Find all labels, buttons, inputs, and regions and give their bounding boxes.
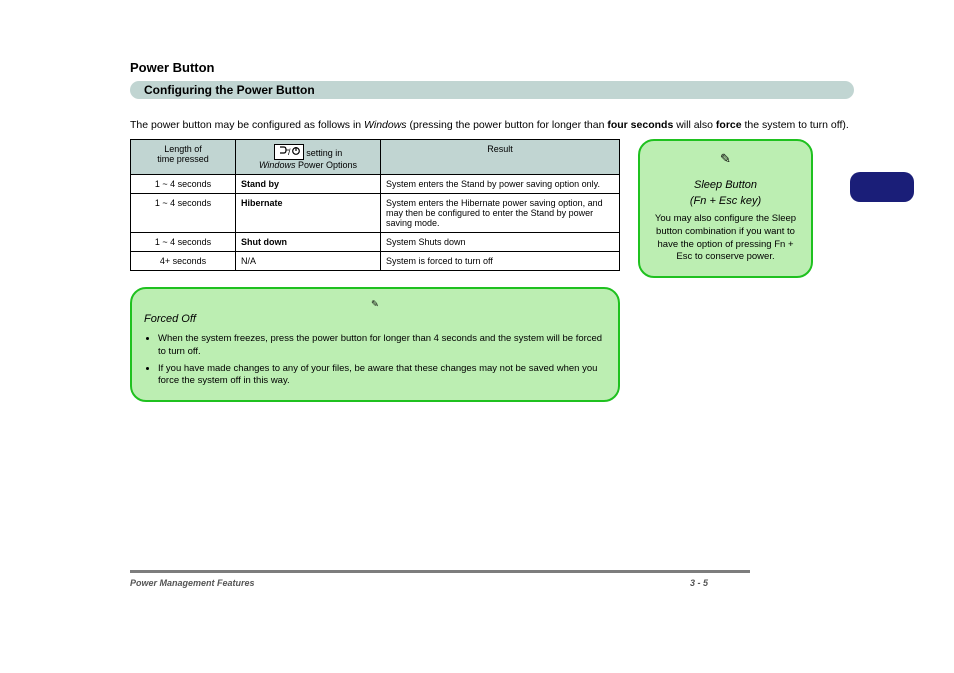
table-header: Result — [381, 140, 620, 175]
intro-bold: force — [716, 119, 742, 131]
cell-result: System enters the Hibernate power saving… — [381, 194, 620, 233]
note-body: You may also configure the Sleep button … — [652, 213, 799, 264]
pen-icon: ✎ — [371, 299, 379, 310]
intro-part: The power button may be configured as fo… — [130, 119, 364, 131]
note-heading: Sleep Button — [652, 179, 799, 191]
cell-setting-val: N/A — [241, 256, 256, 266]
note-sleep-button: ✎ Sleep Button (Fn + Esc key) You may al… — [638, 139, 813, 278]
header-line: time pressed — [133, 154, 233, 164]
intro-part: (pressing the power button for longer th… — [407, 119, 608, 131]
header-italic: Windows — [259, 160, 295, 170]
cell-result: System Shuts down — [381, 233, 620, 252]
cell-time: 1 ~ 4 seconds — [131, 194, 236, 233]
cell-setting: N/A — [236, 252, 381, 271]
footer-right: 3 - 5 — [690, 578, 708, 588]
cell-time: 4+ seconds — [131, 252, 236, 271]
note-forced-off: ✎ Forced Off When the system freezes, pr… — [130, 287, 620, 402]
cell-setting-val: Hibernate — [241, 198, 283, 208]
table-header: / setting in Windows Power Options — [236, 140, 381, 175]
title-bar: Configuring the Power Button — [130, 81, 854, 99]
table-row: 1 ~ 4 seconds Shut down System Shuts dow… — [131, 233, 620, 252]
footer-divider — [130, 570, 750, 573]
cell-setting: Hibernate — [236, 194, 381, 233]
header-line: Power Options — [295, 160, 357, 170]
intro-bold: four seconds — [607, 119, 673, 131]
power-button-table: Length of time pressed / — [130, 139, 620, 271]
table-row: 1 ~ 4 seconds Hibernate System enters th… — [131, 194, 620, 233]
intro-part: the system to turn off). — [742, 119, 849, 131]
cell-time: 1 ~ 4 seconds — [131, 175, 236, 194]
svg-text:/: / — [288, 147, 291, 156]
intro-text: The power button may be configured as fo… — [130, 119, 854, 131]
cell-time: 1 ~ 4 seconds — [131, 233, 236, 252]
header-line: setting in — [306, 148, 342, 158]
note-heading: Forced Off — [144, 313, 196, 325]
cell-setting-val: Shut down — [241, 237, 287, 247]
table-row: 4+ seconds N/A System is forced to turn … — [131, 252, 620, 271]
note-bullet: If you have made changes to any of your … — [158, 363, 606, 389]
cell-setting-val: Stand by — [241, 179, 279, 189]
header-line: Length of — [133, 144, 233, 154]
table-row: 1 ~ 4 seconds Stand by System enters the… — [131, 175, 620, 194]
pen-icon: ✎ — [652, 151, 799, 167]
section-heading: Power Button — [130, 60, 854, 75]
cell-setting: Stand by — [236, 175, 381, 194]
page-tab-indicator — [850, 172, 914, 202]
intro-italic: Windows — [364, 119, 407, 131]
cell-setting: Shut down — [236, 233, 381, 252]
cell-result: System is forced to turn off — [381, 252, 620, 271]
power-icon: / — [274, 144, 304, 160]
cell-result: System enters the Stand by power saving … — [381, 175, 620, 194]
table-header: Length of time pressed — [131, 140, 236, 175]
note-subheading: (Fn + Esc key) — [652, 195, 799, 207]
note-bullet: When the system freezes, press the power… — [158, 333, 606, 359]
intro-part: will also — [673, 119, 716, 131]
footer-left: Power Management Features — [130, 578, 255, 588]
